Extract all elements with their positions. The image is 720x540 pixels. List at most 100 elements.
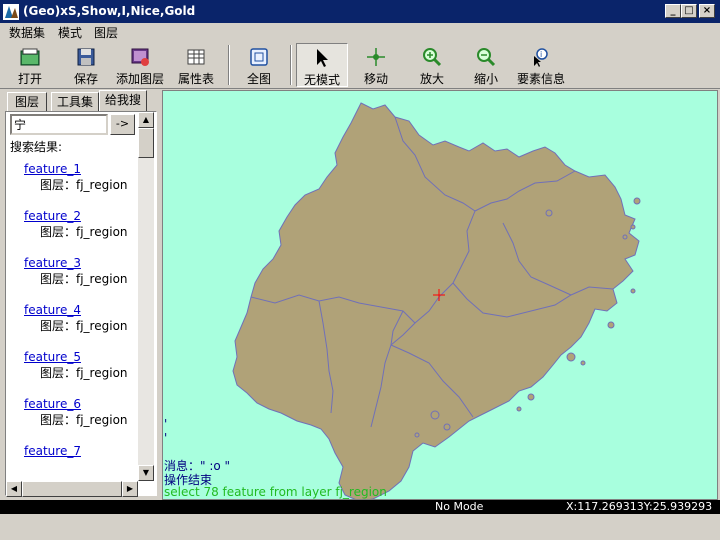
add-layer-icon [131,48,149,66]
island-shape [516,406,522,412]
island-shape [622,234,628,240]
title-bar: (Geo)xS,Show,I,Nice,Gold _ □ × [0,0,720,23]
maximize-button[interactable]: □ [681,4,697,18]
close-button[interactable]: × [699,4,715,18]
status-coordinates: X:117.269313Y:25.939293 [566,500,713,513]
island-shape [414,432,420,438]
tab-toolset[interactable]: 工具集 [51,92,99,112]
island-shape [527,393,535,401]
attribute-table-label: 属性表 [177,72,214,86]
message-panel: ' ' 消息：" :o " 操作结束 select 78 feature fro… [163,413,387,499]
feature-layer-text: 图层：fj_region [40,366,128,380]
list-item: feature_6 图层：fj_region [6,391,138,438]
save-button[interactable]: 保存 [64,43,108,87]
message-line: select 78 feature from layer fj_region [164,485,387,499]
feature-info-button[interactable]: i 要素信息 [514,43,568,87]
zoom-in-button[interactable]: 放大 [410,43,454,87]
island-shape [566,352,576,362]
feature-link[interactable]: feature_3 [24,256,81,270]
full-extent-label: 全图 [246,72,271,86]
feature-link[interactable]: feature_2 [24,209,81,223]
feature-layer-text: 图层：fj_region [40,272,128,286]
search-panel: -> 搜索结果: feature_1 图层：fj_region feature_… [5,111,157,497]
zoom-out-icon [477,48,496,67]
horizontal-scrollbar[interactable]: ◀ ▶ [6,481,138,497]
feature-link[interactable]: feature_1 [24,162,81,176]
save-disk-icon [77,48,95,66]
full-extent-button[interactable]: 全图 [238,43,280,87]
table-icon [187,49,205,65]
toolbar-separator [228,45,230,85]
feature-link[interactable]: feature_6 [24,397,81,411]
feature-link[interactable]: feature_5 [24,350,81,364]
zoom-out-label: 缩小 [473,72,498,86]
scroll-left-icon[interactable]: ◀ [6,481,22,497]
island-shape [430,410,440,420]
open-button[interactable]: 打开 [8,43,52,87]
search-input[interactable] [10,114,108,135]
feature-info-label: 要素信息 [516,72,565,86]
scroll-down-icon[interactable]: ▼ [138,465,154,481]
feature-layer-text: 图层：fj_region [40,225,128,239]
list-item: feature_7 [6,438,138,482]
island-shape [607,321,615,329]
vertical-scroll-thumb[interactable] [138,128,154,158]
list-item: feature_1 图层：fj_region [6,156,138,203]
island-shape [633,197,641,205]
menu-bar: 数据集 模式 图层 [0,23,720,41]
add-layer-button[interactable]: 添加图层 [114,43,166,87]
feature-link[interactable]: feature_7 [24,444,81,458]
list-item: feature_4 图层：fj_region [6,297,138,344]
tab-layers[interactable]: 图层 [7,92,47,112]
island-shape [630,288,636,294]
island-shape [545,209,553,217]
minimize-button[interactable]: _ [665,4,681,18]
toolbar-separator [290,45,292,85]
window-bottom-area [0,514,720,540]
feature-layer-text: 图层：fj_region [40,413,128,427]
menu-layer[interactable]: 图层 [94,24,118,41]
full-extent-icon [250,48,268,66]
svg-text:i: i [540,50,542,59]
zoom-out-button[interactable]: 缩小 [464,43,508,87]
search-results-list: feature_1 图层：fj_region feature_2 图层：fj_r… [6,156,138,482]
list-item: feature_3 图层：fj_region [6,250,138,297]
menu-dataset[interactable]: 数据集 [9,24,45,41]
window-title: (Geo)xS,Show,I,Nice,Gold [23,4,196,18]
pan-label: 移动 [363,72,388,86]
toolbar: 打开 保存 添加图层 属性表 全图 无模式 移动 放大 缩小 i 要素信息 [0,41,720,89]
open-label: 打开 [17,72,42,86]
feature-layer-text: 图层：fj_region [40,178,128,192]
search-results-label: 搜索结果: [10,140,63,154]
menu-mode[interactable]: 模式 [58,24,82,41]
zoom-in-icon [423,48,442,67]
pan-button[interactable]: 移动 [354,43,398,87]
attribute-table-button[interactable]: 属性表 [174,43,218,87]
no-mode-label: 无模式 [303,73,340,87]
search-go-button[interactable]: -> [110,114,135,135]
feature-layer-text: 图层：fj_region [40,319,128,333]
vertical-scrollbar[interactable]: ▲ ▼ [138,112,154,481]
island-shape [630,224,636,230]
scroll-up-icon[interactable]: ▲ [138,112,154,128]
message-line: ' [164,417,168,431]
scroll-right-icon[interactable]: ▶ [122,481,138,497]
open-folder-icon [20,48,40,66]
horizontal-scroll-thumb[interactable] [22,481,122,497]
add-layer-label: 添加图层 [115,72,164,86]
status-mode: No Mode [435,500,484,513]
island-shape [580,360,586,366]
list-item: feature_2 图层：fj_region [6,203,138,250]
no-mode-button[interactable]: 无模式 [296,43,348,87]
island-shape [443,423,451,431]
message-line: ' [164,431,168,445]
left-panel: 图层 工具集 给我搜 -> 搜索结果: feature_1 图层：fj_regi… [3,90,159,498]
feature-link[interactable]: feature_4 [24,303,81,317]
feature-info-icon: i [534,48,548,67]
list-item: feature_5 图层：fj_region [6,344,138,391]
save-label: 保存 [73,72,98,86]
app-icon [3,4,19,20]
status-bar: No Mode X:117.269313Y:25.939293 [0,500,720,514]
map-view[interactable]: ' ' 消息：" :o " 操作结束 select 78 feature fro… [162,90,718,500]
tab-search[interactable]: 给我搜 [99,90,147,112]
